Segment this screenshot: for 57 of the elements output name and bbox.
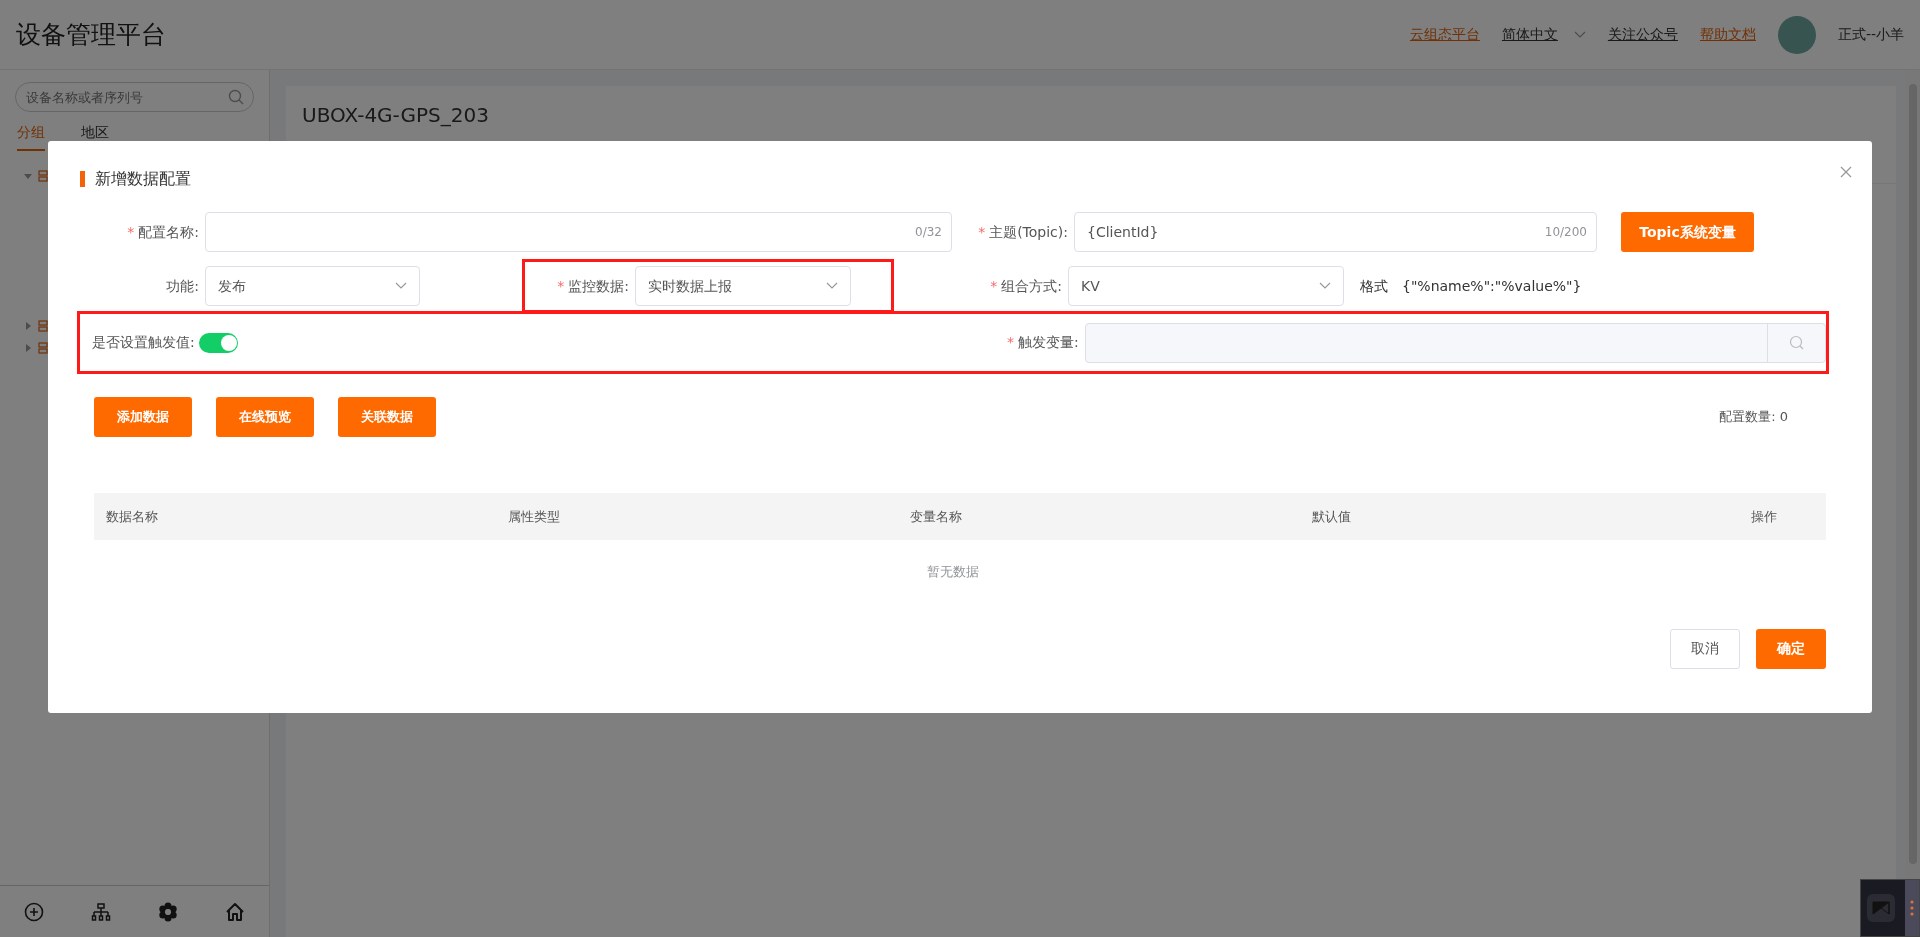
toggle-switch[interactable] bbox=[198, 332, 239, 353]
gear-icon[interactable] bbox=[158, 901, 179, 922]
select-field[interactable]: KV bbox=[1068, 266, 1344, 306]
add-icon[interactable] bbox=[23, 901, 44, 922]
action-button[interactable]: 关联数据 bbox=[338, 397, 436, 437]
field-label: * 触发变量: bbox=[1005, 333, 1080, 352]
sidebar-tab[interactable]: 地区 bbox=[81, 122, 109, 151]
chevron-down-icon bbox=[1573, 30, 1586, 39]
select-field[interactable]: 实时数据上报 bbox=[635, 266, 851, 306]
select-field[interactable]: 发布 bbox=[205, 266, 420, 306]
text-field[interactable] bbox=[205, 212, 952, 252]
caret-right-icon[interactable] bbox=[24, 322, 32, 330]
field-label: 功能: bbox=[165, 276, 200, 296]
more-icon[interactable] bbox=[1905, 880, 1919, 936]
hierarchy-icon[interactable] bbox=[90, 901, 111, 922]
group-icon bbox=[38, 170, 48, 182]
caret-down-icon[interactable] bbox=[24, 172, 32, 180]
avatar[interactable] bbox=[1777, 15, 1816, 54]
close-icon bbox=[1840, 166, 1852, 178]
search-icon bbox=[1788, 334, 1805, 351]
chevron-down-icon bbox=[1319, 282, 1331, 290]
field-label: 是否设置触发值: bbox=[92, 333, 196, 352]
floating-widget[interactable] bbox=[1860, 879, 1920, 937]
field-label: * 主题(Topic): bbox=[977, 222, 1069, 242]
field-label: * 监控数据: bbox=[556, 276, 630, 296]
column-header: 变量名称 bbox=[909, 507, 963, 526]
chevron-down-icon bbox=[395, 282, 407, 290]
search-field[interactable]: 设备名称或者序列号 bbox=[15, 82, 254, 112]
column-header: 数据名称 bbox=[105, 507, 159, 526]
user-name[interactable]: 正式--小羊 bbox=[1837, 24, 1904, 45]
topic-variable-button[interactable]: Topic系统变量 bbox=[1621, 212, 1754, 252]
field-label: * 组合方式: bbox=[989, 276, 1063, 296]
search-icon[interactable] bbox=[228, 89, 244, 105]
config-count: 配置数量: 0 bbox=[1719, 408, 1788, 427]
column-header: 操作 bbox=[1749, 507, 1778, 526]
sidebar-tab[interactable]: 分组 bbox=[17, 122, 45, 151]
column-header: 默认值 bbox=[1311, 507, 1352, 526]
confirm-button[interactable]: 确定 bbox=[1756, 628, 1826, 669]
home-icon[interactable] bbox=[225, 901, 246, 922]
title-marker bbox=[80, 171, 85, 187]
column-header: 属性类型 bbox=[507, 507, 561, 526]
caret-right-icon[interactable] bbox=[24, 344, 32, 352]
character-counter: 10/200 bbox=[1544, 224, 1587, 241]
app-title: 设备管理平台 bbox=[16, 18, 166, 51]
dialog-title: 新增数据配置 bbox=[95, 168, 191, 190]
action-button[interactable]: 添加数据 bbox=[94, 397, 192, 437]
chevron-down-icon bbox=[826, 282, 838, 290]
field-label: * 配置名称: bbox=[126, 222, 200, 242]
empty-message: 暂无数据 bbox=[926, 563, 980, 581]
group-icon bbox=[38, 320, 48, 332]
device-title: UBOX-4G-GPS_203 bbox=[302, 102, 490, 129]
cancel-button[interactable]: 取消 bbox=[1670, 628, 1740, 669]
format-text: 格式 {"%name%":"%value%"} bbox=[1360, 276, 1582, 296]
group-icon bbox=[38, 342, 48, 354]
character-counter: 0/32 bbox=[915, 224, 942, 241]
action-button[interactable]: 在线预览 bbox=[216, 397, 314, 437]
search-field[interactable] bbox=[1084, 322, 1826, 363]
